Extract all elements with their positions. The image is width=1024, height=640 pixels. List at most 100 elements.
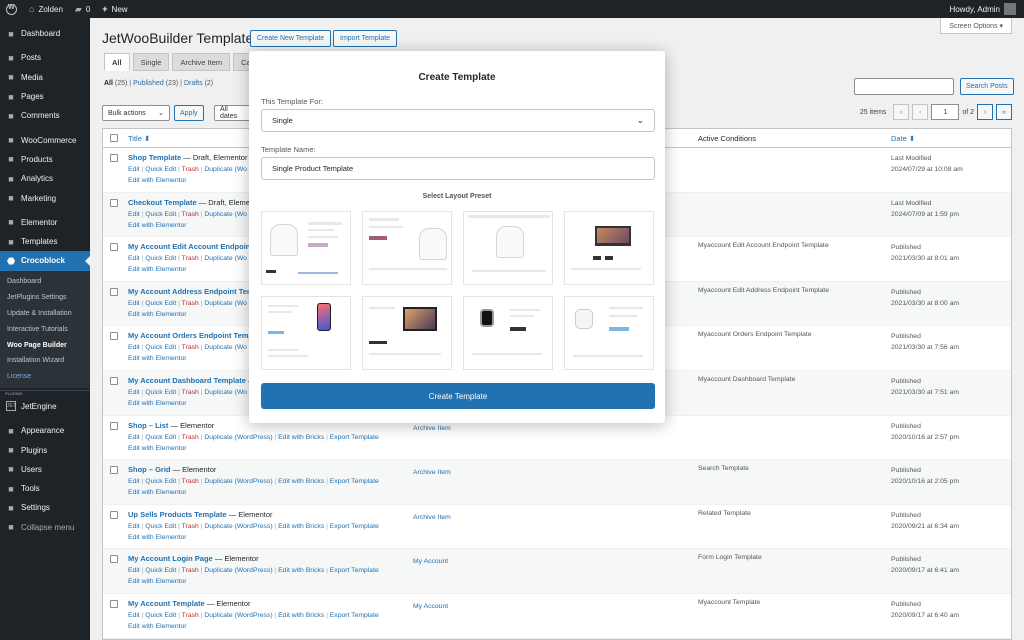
comments-link[interactable]: ▰ 0 xyxy=(69,0,96,18)
row-title-link[interactable]: Checkout Template xyxy=(128,198,197,207)
screen-options-button[interactable]: Screen Options ▾ xyxy=(940,18,1012,34)
row-checkbox[interactable] xyxy=(110,510,118,519)
duplicate-link[interactable]: Duplicate (Wo xyxy=(204,300,247,307)
row-checkbox[interactable] xyxy=(110,287,118,296)
row-checkbox[interactable] xyxy=(110,599,118,608)
trash-link[interactable]: Trash xyxy=(182,567,199,574)
quick-edit-link[interactable]: Quick Edit xyxy=(145,211,176,218)
duplicate-link[interactable]: Duplicate (Wo xyxy=(204,255,247,262)
duplicate-link[interactable]: Duplicate (Wo xyxy=(204,389,247,396)
trash-link[interactable]: Trash xyxy=(182,166,199,173)
export-template-link[interactable]: Export Template xyxy=(330,523,379,530)
row-title-link[interactable]: My Account Template xyxy=(128,599,205,608)
edit-link[interactable]: Edit xyxy=(128,567,140,574)
search-input[interactable] xyxy=(854,78,954,95)
submenu-item-interactive-tutorials[interactable]: Interactive Tutorials xyxy=(0,321,90,337)
account-menu[interactable]: Howdy, Admin xyxy=(949,3,1024,15)
export-template-link[interactable]: Export Template xyxy=(330,567,379,574)
row-type-link[interactable]: Archive Item xyxy=(413,514,451,521)
current-page-input[interactable]: 1 xyxy=(931,104,960,120)
export-template-link[interactable]: Export Template xyxy=(330,478,379,485)
wp-logo-button[interactable] xyxy=(0,0,23,18)
duplicate-link[interactable]: Duplicate (WordPress) xyxy=(204,567,272,574)
sidebar-item-appearance[interactable]: ■ Appearance xyxy=(0,421,90,440)
sidebar-item-jetengine[interactable]: JET JetEngine xyxy=(0,397,90,416)
row-checkbox[interactable] xyxy=(110,421,118,430)
row-title-link[interactable]: My Account Login Page xyxy=(128,554,213,563)
edit-with-elementor-link[interactable]: Edit with Elementor xyxy=(128,400,187,407)
edit-with-bricks-link[interactable]: Edit with Bricks xyxy=(278,478,324,485)
edit-with-elementor-link[interactable]: Edit with Elementor xyxy=(128,534,187,541)
row-checkbox[interactable] xyxy=(110,154,118,162)
layout-preset-8[interactable] xyxy=(564,296,654,370)
next-page-button[interactable]: › xyxy=(977,104,993,120)
new-content-link[interactable]: + New xyxy=(96,0,133,18)
bulk-actions-select[interactable]: Bulk actions ⌄ xyxy=(102,105,170,121)
sidebar-item-analytics[interactable]: ■ Analytics xyxy=(0,169,90,188)
layout-preset-4[interactable] xyxy=(564,211,654,285)
sidebar-item-pages[interactable]: ■ Pages xyxy=(0,87,90,106)
edit-with-bricks-link[interactable]: Edit with Bricks xyxy=(278,567,324,574)
edit-link[interactable]: Edit xyxy=(128,211,140,218)
trash-link[interactable]: Trash xyxy=(182,344,199,351)
sidebar-item-woocommerce[interactable]: ■ WooCommerce xyxy=(0,130,90,149)
export-template-link[interactable]: Export Template xyxy=(330,612,379,619)
template-name-input[interactable]: Single Product Template xyxy=(261,157,655,180)
edit-with-elementor-link[interactable]: Edit with Elementor xyxy=(128,177,187,184)
tab-single[interactable]: Single xyxy=(132,53,170,71)
dates-filter-select[interactable]: All dates xyxy=(214,105,252,121)
edit-link[interactable]: Edit xyxy=(128,612,140,619)
export-template-link[interactable]: Export Template xyxy=(330,434,379,441)
edit-with-elementor-link[interactable]: Edit with Elementor xyxy=(128,311,187,318)
row-title-link[interactable]: Shop – List xyxy=(128,421,168,430)
quick-edit-link[interactable]: Quick Edit xyxy=(145,389,176,396)
quick-edit-link[interactable]: Quick Edit xyxy=(145,612,176,619)
quick-edit-link[interactable]: Quick Edit xyxy=(145,434,176,441)
first-page-button[interactable]: « xyxy=(893,104,910,120)
duplicate-link[interactable]: Duplicate (Wo xyxy=(204,211,247,218)
sidebar-item-templates[interactable]: ■ Templates xyxy=(0,232,90,251)
edit-with-elementor-link[interactable]: Edit with Elementor xyxy=(128,445,187,452)
trash-link[interactable]: Trash xyxy=(182,523,199,530)
quick-edit-link[interactable]: Quick Edit xyxy=(145,166,176,173)
row-title-link[interactable]: Shop – Grid xyxy=(128,465,171,474)
submenu-item-dashboard[interactable]: Dashboard xyxy=(0,274,90,290)
column-title[interactable]: Title ⬍ xyxy=(128,134,150,143)
edit-with-elementor-link[interactable]: Edit with Elementor xyxy=(128,578,187,585)
duplicate-link[interactable]: Duplicate (Wo xyxy=(204,344,247,351)
row-type-link[interactable]: Archive Item xyxy=(413,469,451,476)
row-checkbox[interactable] xyxy=(110,198,118,207)
site-name-link[interactable]: ⌂ Zolden xyxy=(23,0,69,18)
tab-archive-item[interactable]: Archive Item xyxy=(172,53,231,71)
template-for-select[interactable]: Single ⌄ xyxy=(261,109,655,132)
trash-link[interactable]: Trash xyxy=(182,434,199,441)
sidebar-item-dashboard[interactable]: ■ Dashboard xyxy=(0,24,90,43)
edit-link[interactable]: Edit xyxy=(128,166,140,173)
sidebar-item-plugins[interactable]: ■ Plugins xyxy=(0,440,90,459)
trash-link[interactable]: Trash xyxy=(182,478,199,485)
edit-link[interactable]: Edit xyxy=(128,255,140,262)
sidebar-item-comments[interactable]: ■ Comments xyxy=(0,106,90,125)
layout-preset-2[interactable] xyxy=(362,211,452,285)
quick-edit-link[interactable]: Quick Edit xyxy=(145,567,176,574)
layout-preset-7[interactable] xyxy=(463,296,553,370)
layout-preset-5[interactable] xyxy=(261,296,351,370)
row-title-link[interactable]: My Account Address Endpoint Tem xyxy=(128,287,254,296)
create-new-template-button[interactable]: Create New Template xyxy=(250,30,332,47)
quick-edit-link[interactable]: Quick Edit xyxy=(145,255,176,262)
sidebar-item-posts[interactable]: ■ Posts xyxy=(0,48,90,67)
filter-published[interactable]: Published (23) xyxy=(133,80,178,87)
edit-with-elementor-link[interactable]: Edit with Elementor xyxy=(128,623,187,630)
quick-edit-link[interactable]: Quick Edit xyxy=(145,344,176,351)
edit-with-elementor-link[interactable]: Edit with Elementor xyxy=(128,355,187,362)
row-title-link[interactable]: My Account Edit Account Endpoint xyxy=(128,242,253,251)
sidebar-item-media[interactable]: ■ Media xyxy=(0,68,90,87)
submenu-item-installation-wizard[interactable]: Installation Wizard xyxy=(0,353,90,369)
trash-link[interactable]: Trash xyxy=(182,612,199,619)
row-checkbox[interactable] xyxy=(110,376,118,385)
row-checkbox[interactable] xyxy=(110,332,118,341)
edit-with-bricks-link[interactable]: Edit with Bricks xyxy=(278,523,324,530)
sidebar-item-settings[interactable]: ■ Settings xyxy=(0,498,90,517)
submenu-item-license[interactable]: License xyxy=(0,369,90,385)
edit-with-bricks-link[interactable]: Edit with Bricks xyxy=(278,434,324,441)
